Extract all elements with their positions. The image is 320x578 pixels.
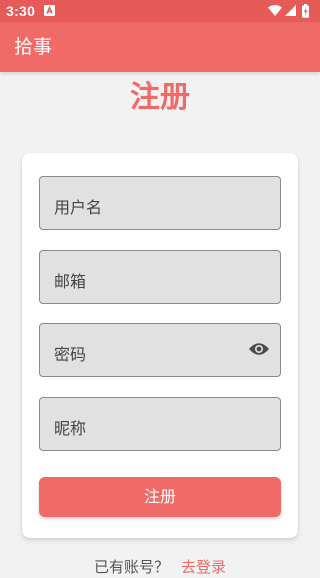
nickname-field[interactable]: 昵称 — [39, 397, 281, 451]
battery-icon — [302, 4, 309, 18]
register-button[interactable]: 注册 — [39, 477, 281, 517]
eye-icon[interactable] — [248, 341, 270, 357]
username-label: 用户名 — [54, 198, 103, 217]
password-label: 密码 — [54, 345, 87, 364]
cell-signal-icon — [285, 5, 296, 16]
app-title: 拾事 — [14, 36, 53, 58]
username-field[interactable]: 用户名 — [39, 176, 281, 230]
status-time: 3:30 — [6, 3, 36, 19]
login-prompt: 已有账号？ 去登录 — [0, 556, 320, 578]
login-link[interactable]: 去登录 — [181, 558, 226, 576]
register-card: 用户名 邮箱 密码 昵称 注册 — [22, 153, 298, 538]
email-label: 邮箱 — [54, 272, 87, 291]
wifi-icon — [268, 5, 282, 16]
password-field[interactable]: 密码 — [39, 323, 281, 377]
status-bar: 3:30 — [0, 0, 320, 22]
nickname-label: 昵称 — [54, 419, 87, 438]
a-notification-icon — [44, 5, 55, 16]
have-account-text: 已有账号？ — [93, 558, 169, 576]
app-bar: 拾事 — [0, 22, 320, 72]
status-icons — [268, 4, 309, 18]
email-field[interactable]: 邮箱 — [39, 250, 281, 304]
page-title: 注册 — [130, 80, 190, 115]
